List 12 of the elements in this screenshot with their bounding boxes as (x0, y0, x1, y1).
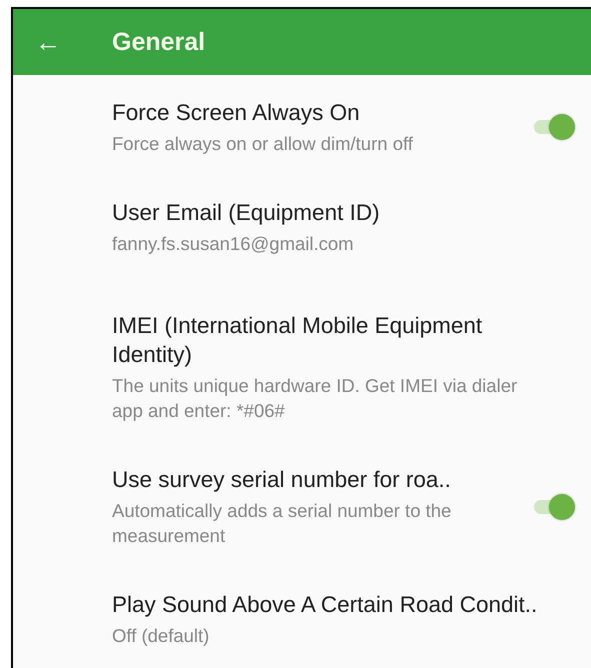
setting-title: Use survey serial number for roa.. (112, 466, 452, 494)
screen-title: General (112, 28, 206, 56)
back-icon[interactable]: ← (35, 29, 112, 55)
setting-summary: Automatically adds a serial number to the measurement (112, 499, 452, 548)
setting-title: Play Sound Above A Certain Road Condit.. (112, 591, 538, 619)
setting-title: User Email (Equipment ID) (112, 199, 381, 227)
setting-summary: The units unique hardware ID. Get IMEI via dialer app and enter: *#06# (112, 374, 518, 423)
setting-summary: Force always on or allow dim/turn off (112, 132, 414, 156)
setting-summary: fanny.fs.susan16@gmail.com (112, 232, 355, 256)
setting-title: Force Screen Always On (112, 99, 361, 127)
setting-summary: Off (default) (112, 624, 210, 648)
setting-title: IMEI (International Mobile Equipment Identity) (112, 312, 484, 369)
